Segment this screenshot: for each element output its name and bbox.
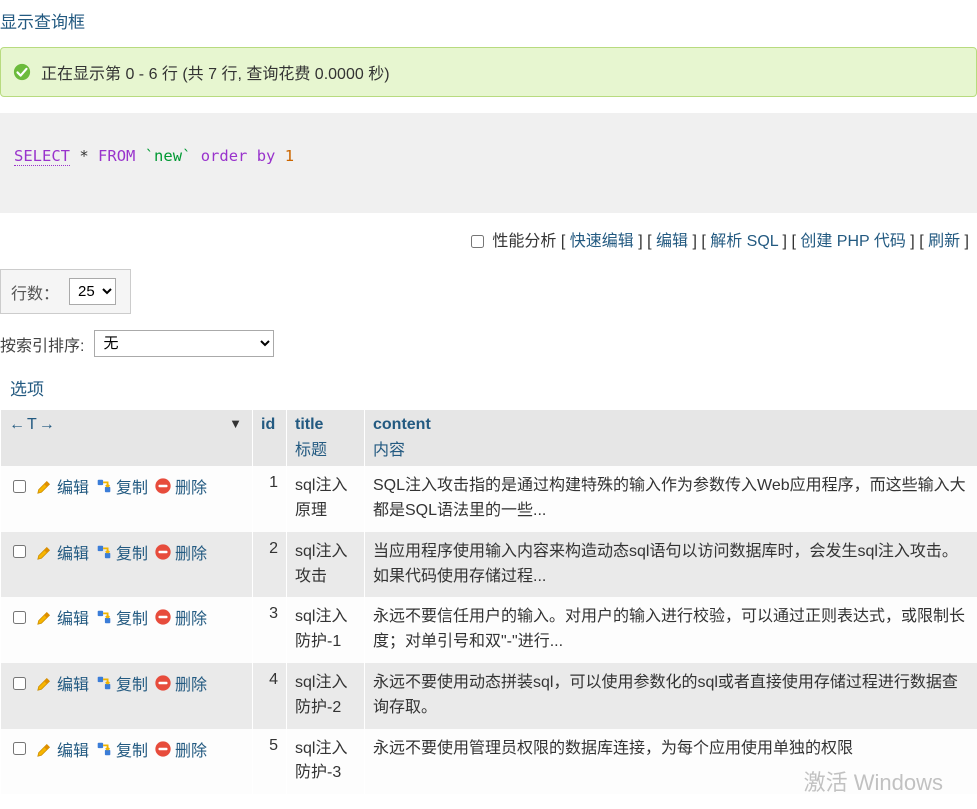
copy-row-link[interactable]: 复制 (95, 474, 148, 498)
cell-title: sql注入防护-2 (287, 663, 365, 729)
edit-link[interactable]: 编辑 (656, 233, 688, 250)
edit-row-link[interactable]: 编辑 (36, 737, 89, 761)
edit-row-link[interactable]: 编辑 (36, 540, 89, 564)
cell-content: 永远不要信任用户的输入。对用户的输入进行校验，可以通过正则表达式，或限制长度；对… (365, 597, 977, 663)
cell-id: 4 (253, 663, 287, 729)
table-row: 编辑复制删除 3sql注入防护-1永远不要信任用户的输入。对用户的输入进行校验，可… (1, 597, 977, 663)
col-content-header[interactable]: content 内容 (365, 410, 977, 466)
edit-row-link[interactable]: 编辑 (36, 605, 89, 629)
cell-id: 3 (253, 597, 287, 663)
create-php-link[interactable]: 创建 PHP 代码 (800, 233, 906, 250)
sort-indicator-icon[interactable]: ▼ (229, 416, 244, 431)
rows-select[interactable]: 25 (69, 278, 116, 305)
delete-icon (154, 477, 172, 495)
cell-content: 当应用程序使用输入内容来构造动态sql语句以访问数据库时，会发生sql注入攻击。… (365, 532, 977, 598)
delete-row-link[interactable]: 删除 (154, 671, 207, 695)
edit-row-link[interactable]: 编辑 (36, 474, 89, 498)
rows-label: 行数： (11, 280, 59, 304)
actions-header: ←T→ ▼ (1, 410, 253, 466)
quick-edit-link[interactable]: 快速编辑 (570, 233, 634, 250)
delete-row-link[interactable]: 删除 (154, 737, 207, 761)
cell-content: 永远不要使用动态拼装sql，可以使用参数化的sql或者直接使用存储过程进行数据查… (365, 663, 977, 729)
row-checkbox[interactable] (13, 611, 26, 624)
sql-query-display: SELECT * FROM `new` order by 1 (0, 113, 977, 213)
row-checkbox[interactable] (13, 677, 26, 690)
table-row: 编辑复制删除 4sql注入防护-2永远不要使用动态拼装sql，可以使用参数化的sq… (1, 663, 977, 729)
delete-row-link[interactable]: 删除 (154, 474, 207, 498)
pencil-icon (36, 674, 54, 692)
cell-content: SQL注入攻击指的是通过构建特殊的输入作为参数传入Web应用程序，而这些输入大都… (365, 466, 977, 532)
pencil-icon (36, 740, 54, 758)
copy-icon (95, 740, 113, 758)
delete-row-link[interactable]: 删除 (154, 605, 207, 629)
copy-icon (95, 543, 113, 561)
cell-title: sql注入原理 (287, 466, 365, 532)
copy-icon (95, 674, 113, 692)
success-message: 正在显示第 0 - 6 行 (共 7 行, 查询花费 0.0000 秒) (0, 47, 977, 97)
delete-icon (154, 543, 172, 561)
table-row: 编辑复制删除 1sql注入原理SQL注入攻击指的是通过构建特殊的输入作为参数传入W… (1, 466, 977, 532)
cell-id: 2 (253, 532, 287, 598)
col-id-header[interactable]: id (253, 410, 287, 466)
copy-row-link[interactable]: 复制 (95, 540, 148, 564)
rows-control: 行数： 25 (0, 269, 131, 314)
delete-icon (154, 674, 172, 692)
parse-sql-link[interactable]: 解析 SQL (710, 233, 778, 250)
sql-keyword: order by (201, 147, 276, 165)
success-text: 正在显示第 0 - 6 行 (共 7 行, 查询花费 0.0000 秒) (41, 60, 390, 84)
cell-content: 永远不要使用管理员权限的数据库连接，为每个应用使用单独的权限 (365, 729, 977, 795)
pencil-icon (36, 608, 54, 626)
performance-label: 性能分析 (492, 233, 556, 250)
row-checkbox[interactable] (13, 480, 26, 493)
copy-row-link[interactable]: 复制 (95, 671, 148, 695)
cell-id: 5 (253, 729, 287, 795)
copy-row-link[interactable]: 复制 (95, 605, 148, 629)
edit-row-link[interactable]: 编辑 (36, 671, 89, 695)
sort-label: 按索引排序: (0, 332, 84, 356)
refresh-link[interactable]: 刷新 (928, 233, 960, 250)
copy-row-link[interactable]: 复制 (95, 737, 148, 761)
cell-title: sql注入防护-1 (287, 597, 365, 663)
col-title-header[interactable]: title 标题 (287, 410, 365, 466)
sort-select[interactable]: 无 (94, 330, 274, 357)
sql-toolbar: 性能分析 [ 快速编辑 ] [ 编辑 ] [ 解析 SQL ] [ 创建 PHP… (0, 221, 977, 263)
show-query-box-link[interactable]: 显示查询框 (0, 13, 85, 32)
delete-icon (154, 608, 172, 626)
pencil-icon (36, 477, 54, 495)
sql-keyword: FROM (98, 147, 135, 165)
table-row: 编辑复制删除 2sql注入攻击当应用程序使用输入内容来构造动态sql语句以访问数据… (1, 532, 977, 598)
sql-keyword: SELECT (14, 147, 70, 166)
performance-checkbox[interactable] (471, 235, 484, 248)
cell-title: sql注入防护-3 (287, 729, 365, 795)
check-icon (13, 63, 31, 81)
cell-title: sql注入攻击 (287, 532, 365, 598)
copy-icon (95, 608, 113, 626)
sql-table: `new` (145, 147, 192, 165)
cell-id: 1 (253, 466, 287, 532)
row-checkbox[interactable] (13, 545, 26, 558)
pencil-icon (36, 543, 54, 561)
options-link[interactable]: 选项 (10, 380, 44, 399)
results-table: ←T→ ▼ id title 标题 content 内容 编辑复制删除1sql注… (0, 410, 977, 794)
copy-icon (95, 477, 113, 495)
delete-icon (154, 740, 172, 758)
delete-row-link[interactable]: 删除 (154, 540, 207, 564)
table-row: 编辑复制删除 5sql注入防护-3永远不要使用管理员权限的数据库连接，为每个应用使… (1, 729, 977, 795)
row-checkbox[interactable] (13, 742, 26, 755)
